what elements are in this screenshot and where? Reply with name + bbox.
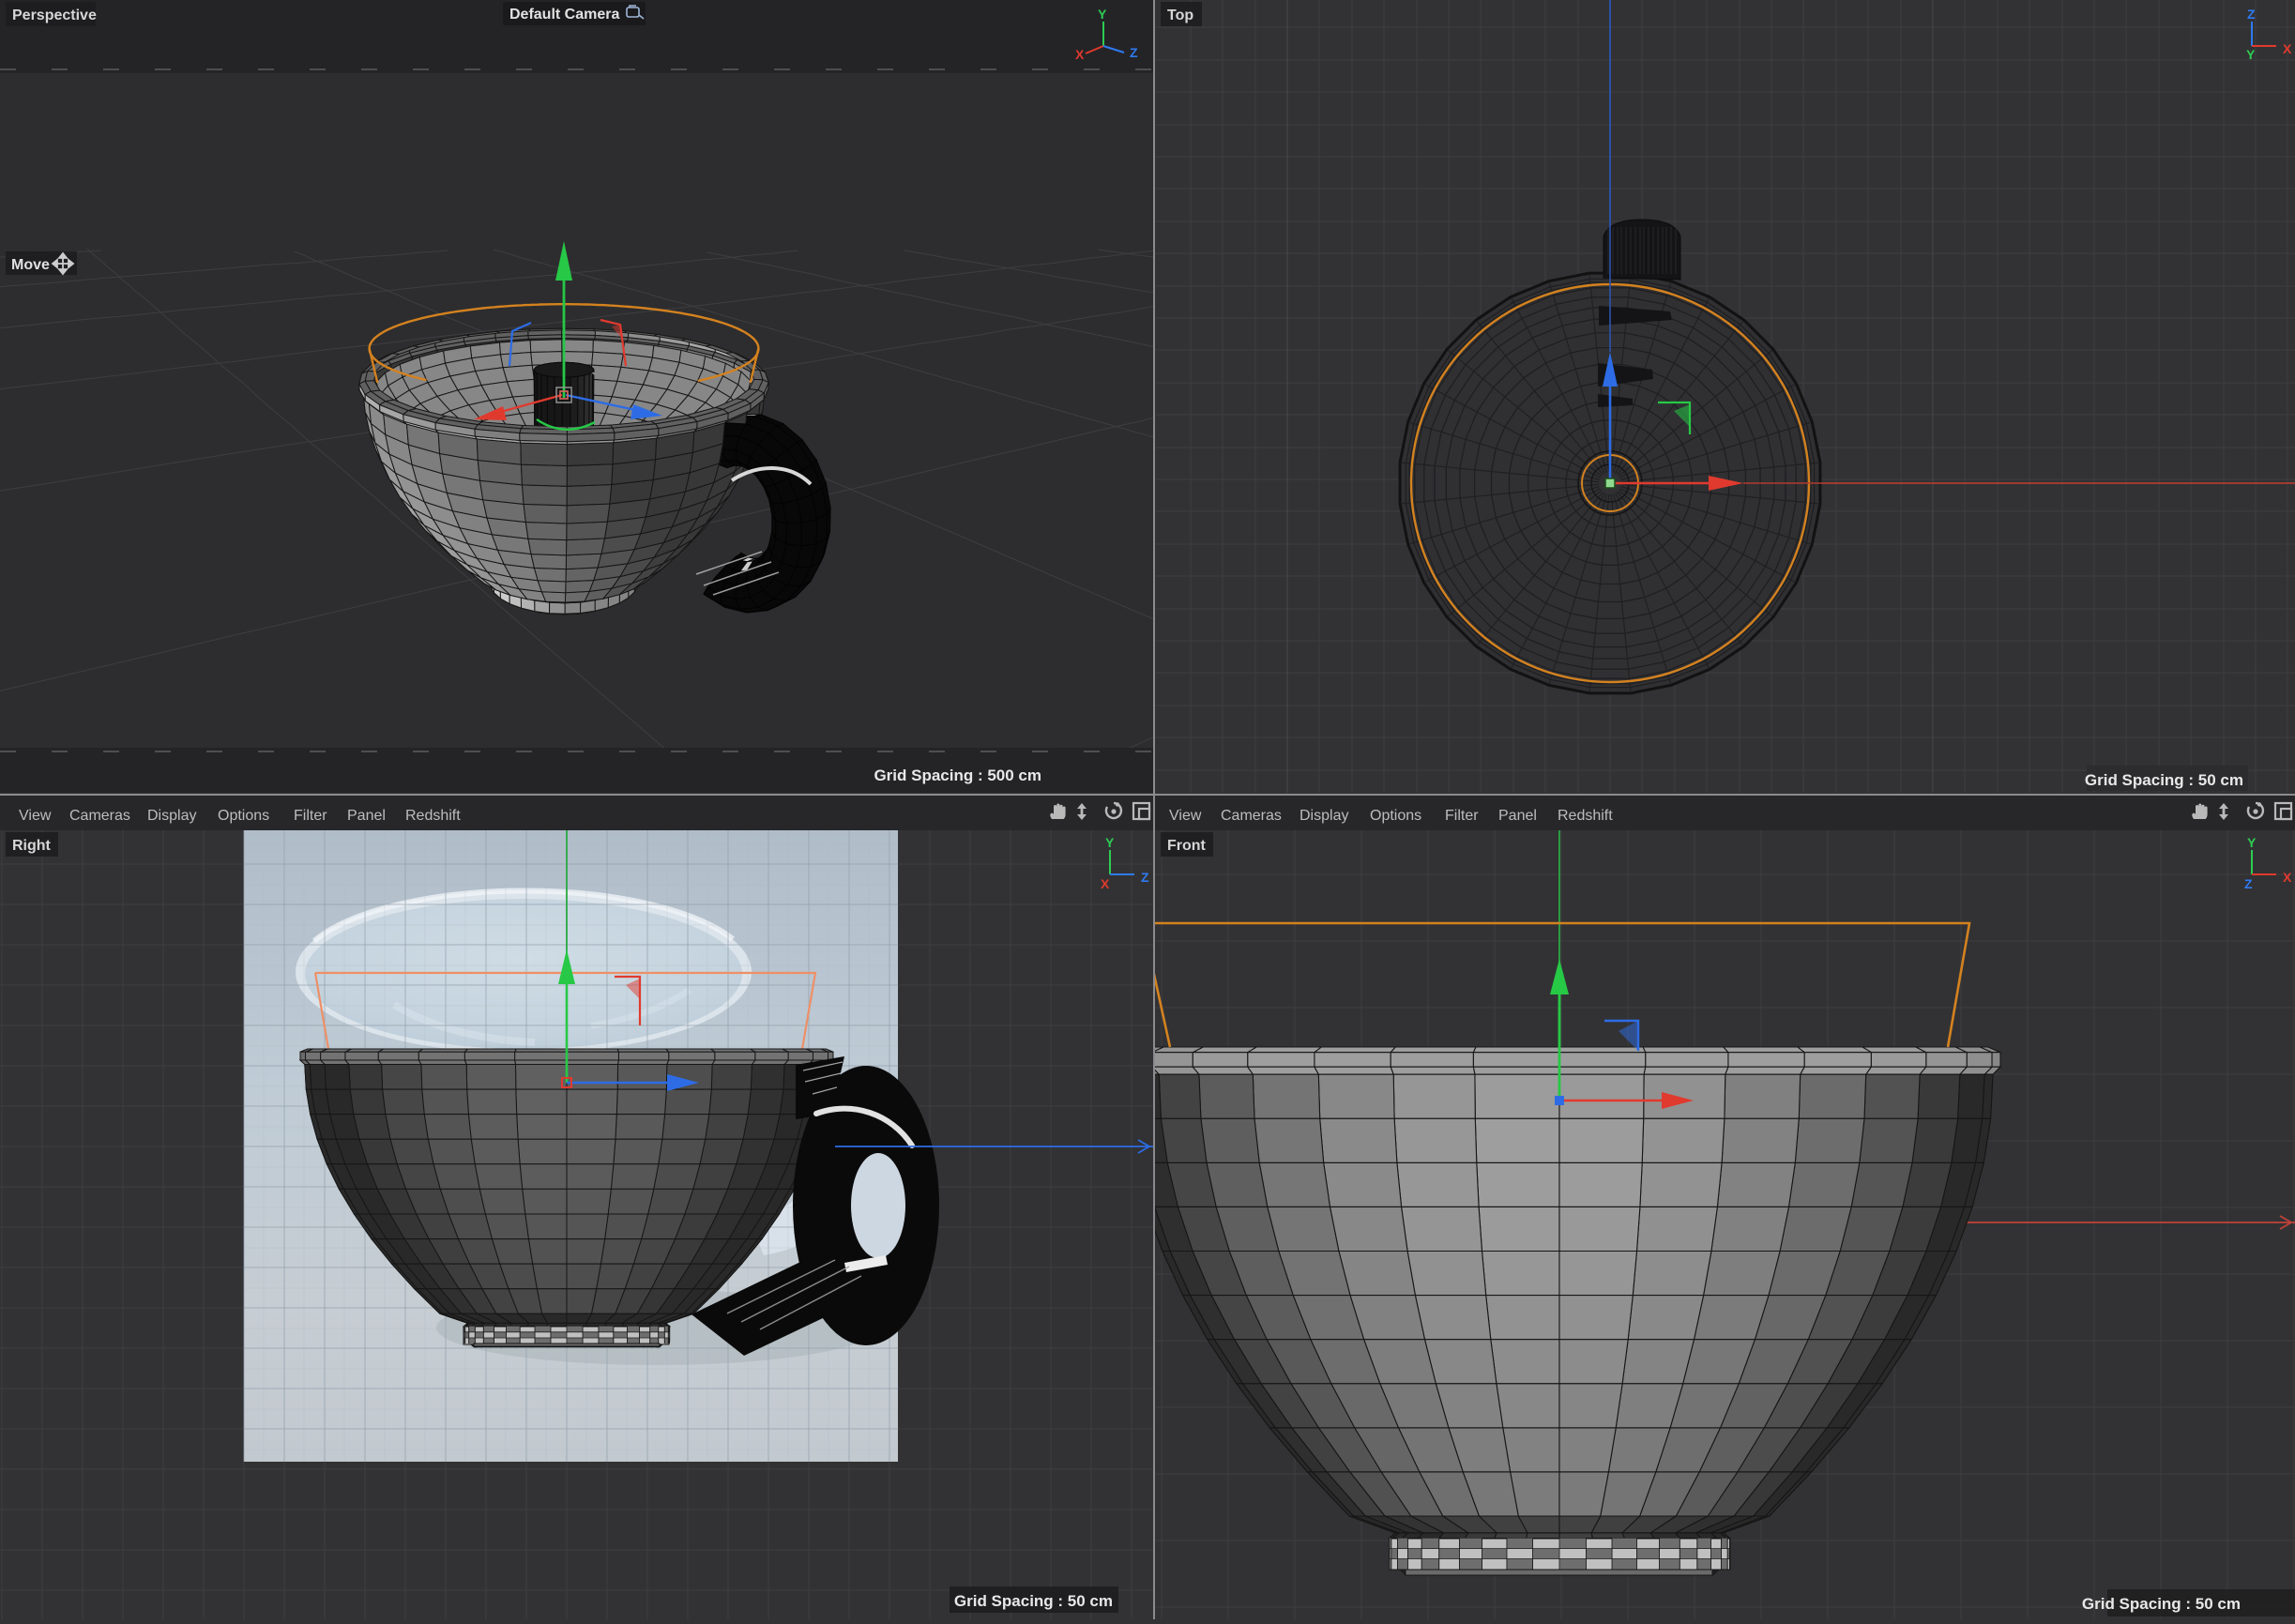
svg-text:Options: Options	[1370, 808, 1421, 824]
svg-text:Z: Z	[2244, 876, 2253, 891]
svg-text:Y: Y	[1098, 7, 1107, 22]
svg-text:Z: Z	[1141, 870, 1149, 885]
svg-text:Perspective: Perspective	[12, 8, 97, 23]
svg-text:Y: Y	[2247, 835, 2257, 850]
svg-text:Options: Options	[218, 808, 269, 824]
svg-text:Grid Spacing : 50 cm: Grid Spacing : 50 cm	[954, 1592, 1113, 1610]
svg-text:Top: Top	[1167, 8, 1193, 23]
svg-text:Redshift: Redshift	[1558, 808, 1613, 824]
svg-text:Grid Spacing : 50 cm: Grid Spacing : 50 cm	[2082, 1595, 2241, 1613]
svg-text:Default Camera: Default Camera	[509, 7, 619, 23]
svg-text:Grid Spacing : 500 cm: Grid Spacing : 500 cm	[874, 766, 1041, 784]
svg-text:Right: Right	[12, 838, 52, 854]
svg-text:Grid Spacing : 50 cm: Grid Spacing : 50 cm	[2085, 771, 2243, 789]
svg-text:View: View	[1169, 808, 1202, 824]
svg-text:Front: Front	[1167, 838, 1207, 854]
svg-text:Cameras: Cameras	[69, 808, 130, 824]
svg-text:X: X	[2283, 870, 2292, 885]
svg-text:Display: Display	[1299, 808, 1348, 824]
svg-text:X: X	[1075, 47, 1085, 62]
svg-text:X: X	[1101, 876, 1110, 891]
svg-text:Filter: Filter	[1445, 808, 1479, 824]
svg-text:Redshift: Redshift	[405, 808, 461, 824]
svg-text:View: View	[19, 808, 52, 824]
svg-text:X: X	[2283, 41, 2292, 56]
svg-text:Filter: Filter	[294, 808, 327, 824]
svg-text:Z: Z	[1130, 45, 1138, 60]
svg-text:Panel: Panel	[1498, 808, 1537, 824]
svg-text:Move: Move	[11, 257, 50, 273]
svg-text:Y: Y	[1105, 835, 1115, 850]
svg-text:Cameras: Cameras	[1221, 808, 1282, 824]
svg-text:Y: Y	[2246, 47, 2256, 62]
svg-text:Display: Display	[147, 808, 196, 824]
svg-text:Panel: Panel	[347, 808, 386, 824]
svg-text:Z: Z	[2247, 7, 2256, 22]
